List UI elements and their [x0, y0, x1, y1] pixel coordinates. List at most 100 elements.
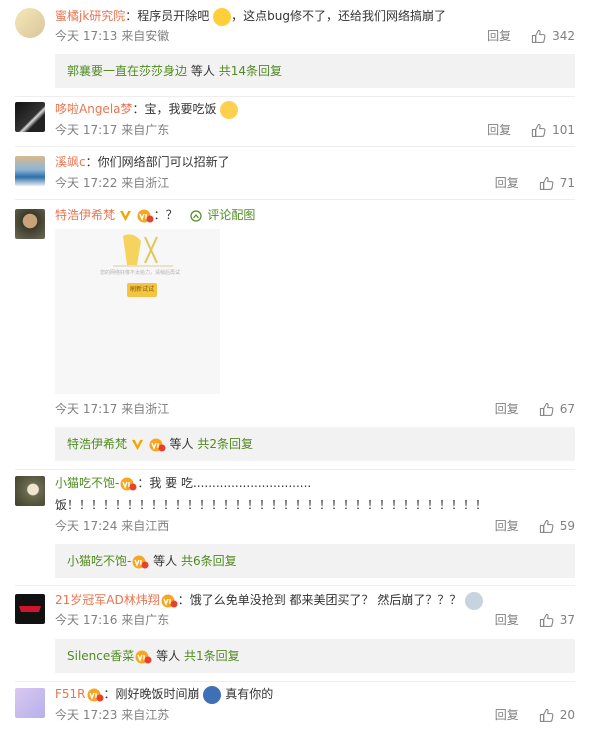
like-button[interactable]: 20	[539, 707, 575, 723]
reply-button[interactable]: 回复	[487, 122, 511, 138]
comment-actions: 回复 37	[495, 612, 575, 628]
reply-button[interactable]: 回复	[495, 518, 519, 534]
comment-username[interactable]: 哆啦Angela梦	[55, 102, 133, 116]
comment-username[interactable]: 溪飒c	[55, 155, 86, 169]
reply-thread-link[interactable]: Silence香菜 等人 共1条回复	[55, 639, 575, 673]
thread-count[interactable]: 共2条回复	[197, 437, 253, 451]
comment-username[interactable]: 蜜橘jk研究院	[55, 9, 125, 23]
like-count: 59	[559, 519, 575, 533]
comment-location: 来自广东	[121, 613, 170, 627]
comment-meta: 今天 17:23 来自江苏	[55, 707, 169, 723]
comment-time: 今天 17:13	[55, 29, 118, 43]
thread-etc: 等人	[169, 437, 194, 451]
like-button[interactable]: 342	[531, 28, 575, 44]
comment-text-continued: 真有你的	[225, 687, 274, 701]
thread-username[interactable]: 特浩伊希梵	[67, 437, 127, 451]
thread-username[interactable]: Silence香菜	[67, 649, 134, 663]
like-button[interactable]: 71	[539, 175, 575, 191]
comment-text-continued: ，这点bug修不了，还给我们网络搞崩了	[231, 9, 446, 23]
like-count: 342	[552, 29, 575, 43]
vip-badge-icon	[134, 649, 152, 665]
comment-location: 来自江苏	[121, 708, 170, 722]
emoji-icon	[465, 591, 484, 610]
comment-location: 来自安徽	[121, 29, 170, 43]
divider	[15, 469, 575, 470]
thread-count[interactable]: 共14条回复	[219, 64, 282, 78]
thumbs-up-icon	[539, 176, 554, 191]
comment-text-continued: 饭！！！！！！！！！！！！！！！！！！！！！！！！！！！！！！！！！！！	[55, 498, 488, 512]
comment-actions: 回复 67	[495, 401, 575, 417]
comment-meta: 今天 17:16 来自广东	[55, 612, 169, 628]
vip-badge-icon	[86, 687, 104, 703]
retry-button: 刷新试试	[127, 283, 157, 297]
thread-username[interactable]: 郭襄要一直在莎莎身边	[67, 64, 187, 78]
comment-image[interactable]: 您的网络好像不太给力，请稍后再试 刷新试试	[55, 229, 220, 394]
like-count: 67	[559, 402, 575, 416]
reply-button[interactable]: 回复	[487, 28, 511, 44]
comment-meta: 今天 17:24 来自江西	[55, 518, 169, 534]
reply-button[interactable]: 回复	[495, 707, 519, 723]
error-mascot-illustration	[113, 234, 173, 267]
verified-v-icon	[119, 209, 132, 222]
divider	[15, 199, 575, 200]
thumbs-up-icon	[539, 613, 554, 628]
avatar[interactable]	[15, 594, 45, 624]
like-button[interactable]: 37	[539, 612, 575, 628]
comment-username[interactable]: 小猫吃不饱-	[55, 476, 119, 490]
comment-text: ：刚好晚饭时间崩	[103, 687, 200, 701]
comment-username[interactable]: 特浩伊希梵	[55, 208, 115, 222]
vip-badge-icon	[136, 208, 154, 224]
comment-picture-link[interactable]: 评论配图	[189, 208, 256, 222]
thumbs-up-icon	[531, 29, 546, 44]
comment-meta: 今天 17:17 来自浙江	[55, 401, 169, 417]
vip-badge-icon	[160, 593, 178, 609]
avatar[interactable]	[15, 209, 45, 239]
reply-thread-link[interactable]: 小猫吃不饱- 等人 共6条回复	[55, 544, 575, 578]
comment-time: 今天 17:24	[55, 519, 118, 533]
comment-location: 来自广东	[121, 123, 170, 137]
avatar[interactable]	[15, 8, 45, 38]
comment-actions: 回复 20	[495, 707, 575, 723]
avatar[interactable]	[15, 688, 45, 718]
comment-meta: 今天 17:17 来自广东	[55, 122, 169, 138]
avatar[interactable]	[15, 476, 45, 506]
comment-meta: 今天 17:22 来自浙江	[55, 175, 169, 191]
comment-time: 今天 17:23	[55, 708, 118, 722]
like-button[interactable]: 101	[531, 122, 575, 138]
thread-etc: 等人	[190, 64, 215, 78]
reply-button[interactable]: 回复	[495, 612, 519, 628]
thumbs-up-icon	[539, 519, 554, 534]
reply-thread-link[interactable]: 特浩伊希梵 等人 共2条回复	[55, 427, 575, 461]
like-count: 71	[559, 176, 575, 190]
comment-meta: 今天 17:13 来自安徽	[55, 28, 169, 44]
thumbs-up-icon	[539, 708, 554, 723]
comment-time: 今天 17:16	[55, 613, 118, 627]
like-button[interactable]: 67	[539, 401, 575, 417]
thread-username[interactable]: 小猫吃不饱-	[67, 554, 131, 568]
comment-location: 来自浙江	[121, 176, 170, 190]
thread-etc: 等人	[153, 554, 178, 568]
comment-text: ：程序员开除吧	[125, 9, 210, 23]
reply-button[interactable]: 回复	[495, 401, 519, 417]
like-button[interactable]: 59	[539, 518, 575, 534]
team-logo	[19, 606, 41, 612]
avatar[interactable]	[15, 156, 45, 186]
comment-actions: 回复 342	[487, 28, 575, 44]
avatar[interactable]	[15, 102, 45, 132]
comment-username[interactable]: F51R	[55, 687, 86, 701]
thread-count[interactable]: 共6条回复	[181, 554, 237, 568]
comment-actions: 回复 59	[495, 518, 575, 534]
reply-button[interactable]: 回复	[495, 175, 519, 191]
comment-username[interactable]: 21岁冠军AD林炜翔	[55, 593, 160, 607]
comment-text: ：宝，我要吃饭	[132, 102, 217, 116]
thread-count[interactable]: 共1条回复	[184, 649, 240, 663]
picture-icon	[189, 209, 202, 222]
picture-label: 评论配图	[207, 208, 256, 222]
vip-badge-icon	[119, 476, 137, 492]
reply-thread-link[interactable]: 郭襄要一直在莎莎身边 等人 共14条回复	[55, 54, 575, 88]
emoji-icon	[203, 685, 222, 704]
comment-text: ：？	[153, 208, 178, 222]
emoji-icon	[220, 100, 239, 119]
vip-badge-icon	[131, 554, 149, 570]
vip-badge-icon	[148, 437, 166, 453]
